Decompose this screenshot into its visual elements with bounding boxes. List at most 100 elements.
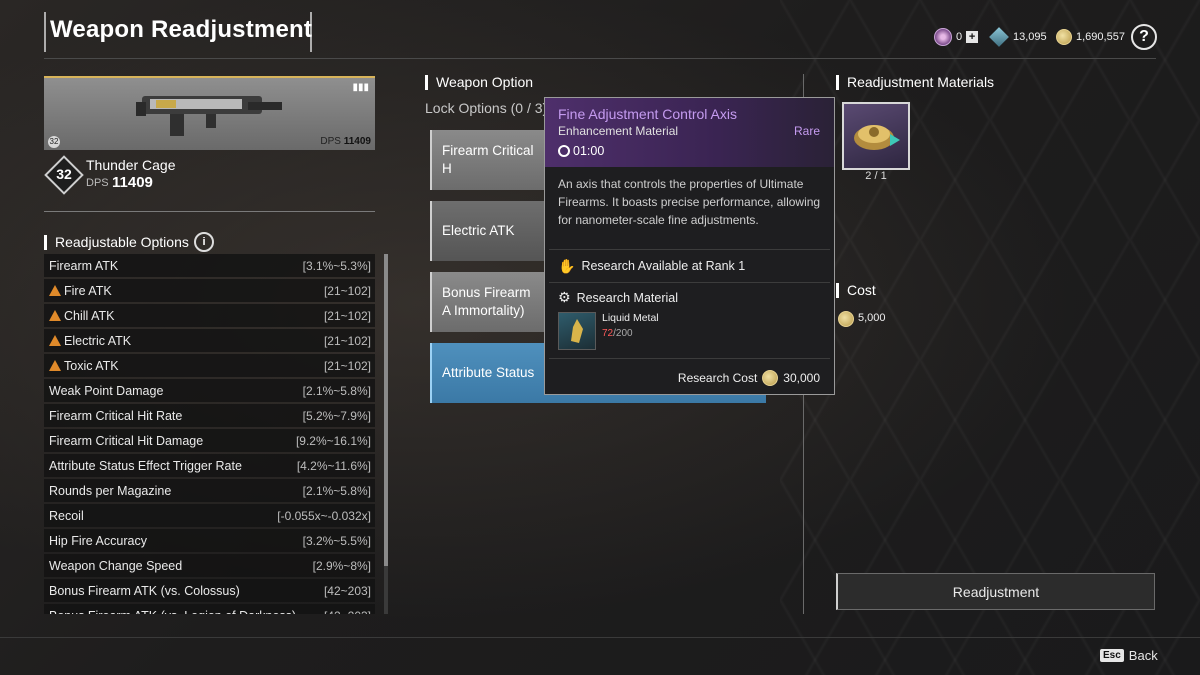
weapon-card-dps: DPS 11409 <box>320 136 371 147</box>
header-divider <box>44 58 1156 59</box>
help-button[interactable]: ? <box>1131 24 1157 50</box>
weapon-image <box>136 96 282 136</box>
option-range: [2.1%~5.8%] <box>302 483 371 498</box>
tooltip-timer: 01:00 <box>558 144 821 158</box>
weapon-option-slot-label: Firearm Critical H <box>442 143 534 176</box>
weapon-card-dps-value: 11409 <box>343 136 371 147</box>
esc-key-icon: Esc <box>1100 649 1124 662</box>
weapon-option-title: Weapon Option <box>425 75 533 90</box>
option-name: Firearm Critical Hit Damage <box>49 433 204 448</box>
option-row: Hip Fire Accuracy [3.2%~5.5%] <box>44 529 375 552</box>
option-name-wrap: Firearm Critical Hit Rate <box>49 409 182 423</box>
readjustment-button[interactable]: Readjustment <box>836 573 1155 610</box>
option-range: [21~102] <box>323 333 371 348</box>
tooltip-item-name: Fine Adjustment Control Axis <box>558 106 737 122</box>
material-count: 2 / 1 <box>865 170 887 182</box>
option-range: [4.2%~11.6%] <box>296 458 371 473</box>
liquid-metal-need: /200 <box>613 328 633 339</box>
weapon-level: 32 <box>56 166 72 182</box>
tooltip-item-type: Enhancement Material <box>558 124 679 138</box>
option-row: Weapon Change Speed [2.9%~8%] <box>44 554 375 577</box>
option-range: [-0.055x~-0.032x] <box>277 508 371 523</box>
option-row: Weak Point Damage [2.1%~5.8%] <box>44 379 375 402</box>
option-name: Toxic ATK <box>64 358 119 373</box>
tooltip-rank-text: Research Available at Rank 1 <box>581 259 746 273</box>
weapon-dps-value: 11409 <box>112 174 153 191</box>
gold-icon <box>762 370 779 386</box>
option-name: Bonus Firearm ATK (vs. Colossus) <box>49 583 240 598</box>
option-name-wrap: Fire ATK <box>49 284 112 298</box>
option-name: Bonus Firearm ATK (vs. Legion of Darknes… <box>49 609 296 615</box>
option-range: [2.9%~8%] <box>312 558 371 573</box>
weapon-option-slot-3[interactable]: Bonus Firearm A Immortality) <box>430 272 550 332</box>
option-row: Firearm Critical Hit Damage [9.2%~16.1%] <box>44 429 375 452</box>
options-scroll-thumb[interactable] <box>384 254 388 566</box>
option-range: [3.1%~5.3%] <box>302 258 371 273</box>
option-row: Fire ATK [21~102] <box>44 279 375 302</box>
readjustable-options-list: Firearm ATK [3.1%~5.3%] Fire ATK [21~102] Ch… <box>44 254 375 614</box>
material-tooltip: Fine Adjustment Control Axis Enhancement… <box>544 97 835 395</box>
footer-divider <box>0 637 1200 638</box>
material-slot[interactable] <box>842 102 910 170</box>
back-label: Back <box>1128 648 1158 663</box>
option-row: Attribute Status Effect Trigger Rate [4.2… <box>44 454 375 477</box>
option-name: Hip Fire Accuracy <box>49 533 147 548</box>
option-name: Recoil <box>49 508 84 523</box>
cost-title: Cost <box>836 283 876 298</box>
option-row: Bonus Firearm ATK (vs. Legion of Darknes… <box>44 604 375 614</box>
option-name-wrap: Toxic ATK <box>49 359 119 373</box>
page-title: Weapon Readjustment <box>50 16 313 43</box>
liquid-metal-quantity: 72/200 <box>602 328 659 339</box>
option-name-wrap: Chill ATK <box>49 309 114 323</box>
weapon-option-slot-2[interactable]: Electric ATK <box>430 201 550 261</box>
option-range: [21~102] <box>323 358 371 373</box>
back-button[interactable]: Esc Back <box>1100 648 1158 663</box>
warning-icon <box>49 284 61 296</box>
warning-icon <box>49 309 61 321</box>
add-currency-icon[interactable]: + <box>966 31 979 43</box>
weapon-option-slot-1[interactable]: Firearm Critical H <box>430 130 550 190</box>
option-range: [2.1%~5.8%] <box>302 383 371 398</box>
currency-caliber: 0 + <box>934 26 979 48</box>
option-name-wrap: Bonus Firearm ATK (vs. Legion of Darknes… <box>49 609 296 615</box>
option-name: Weak Point Damage <box>49 383 164 398</box>
weapon-card-level: 32 <box>48 136 60 148</box>
liquid-metal-have: 72 <box>602 328 614 339</box>
option-row: Recoil [-0.055x~-0.032x] <box>44 504 375 527</box>
option-name-wrap: Firearm Critical Hit Damage <box>49 434 203 448</box>
option-row: Chill ATK [21~102] <box>44 304 375 327</box>
currency-kuiper: 13,095 <box>989 26 1047 48</box>
warning-icon <box>49 359 61 371</box>
gold-icon <box>838 311 854 327</box>
option-name: Firearm Critical Hit Rate <box>49 408 183 423</box>
option-name: Rounds per Magazine <box>49 483 172 498</box>
option-name-wrap: Weak Point Damage <box>49 384 163 398</box>
currency-gold: 1,690,557 <box>1056 26 1125 48</box>
info-icon[interactable]: i <box>194 232 214 252</box>
kuiper-icon <box>989 27 1009 47</box>
readjustment-materials-title: Readjustment Materials <box>836 75 994 90</box>
option-row: Bonus Firearm ATK (vs. Colossus) [42~203] <box>44 579 375 602</box>
option-row: Electric ATK [21~102] <box>44 329 375 352</box>
ammo-type-icon: ▮▮▮ <box>352 82 369 93</box>
option-name: Fire ATK <box>64 283 112 298</box>
option-range: [9.2%~16.1%] <box>295 433 371 448</box>
tooltip-research: ⚙ Research Material <box>545 283 834 306</box>
option-name-wrap: Firearm ATK <box>49 259 118 273</box>
option-range: [42~203] <box>323 583 371 598</box>
tooltip-cost-label: Research Cost <box>677 371 758 385</box>
liquid-metal-icon <box>558 312 596 350</box>
currency-kuiper-value: 13,095 <box>1013 31 1047 43</box>
option-range: [42~203] <box>324 609 371 615</box>
option-name-wrap: Weapon Change Speed <box>49 559 182 573</box>
option-name-wrap: Attribute Status Effect Trigger Rate <box>49 459 242 473</box>
option-name-wrap: Hip Fire Accuracy <box>49 534 147 548</box>
option-range: [21~102] <box>323 308 371 323</box>
weapon-option-slot-label: Bonus Firearm A Immortality) <box>442 285 531 318</box>
tooltip-rarity: Rare <box>793 124 820 138</box>
tooltip-rank: ✋ Research Available at Rank 1 <box>545 250 834 282</box>
weapon-dps-label: DPS <box>86 177 109 189</box>
tooltip-research-title: Research Material <box>576 290 678 305</box>
weapon-option-slot-label: Attribute Status <box>442 365 535 380</box>
currency-caliber-value: 0 <box>956 31 963 43</box>
